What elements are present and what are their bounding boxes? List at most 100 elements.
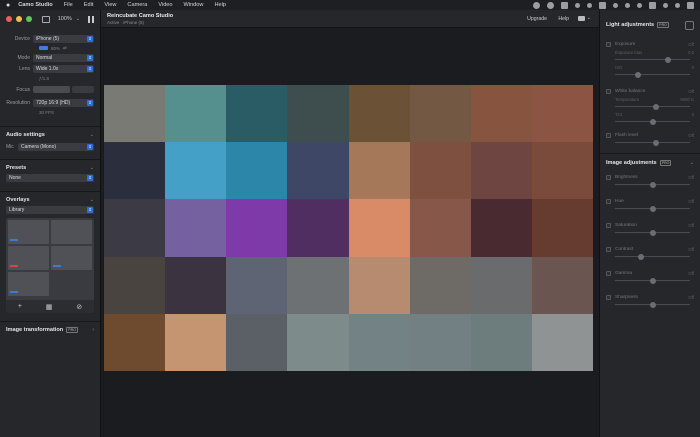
brightness-slider[interactable]: [615, 181, 690, 188]
camera-menu-button[interactable]: ⌄: [577, 15, 591, 21]
device-select[interactable]: iPhone (5) ⇕: [33, 34, 94, 43]
exposure-row: Exposure Off: [606, 40, 694, 48]
add-icon[interactable]: +: [18, 303, 22, 310]
hue-checkbox[interactable]: [606, 198, 611, 204]
contrast-slider[interactable]: [615, 253, 690, 260]
moon-tray-icon[interactable]: [625, 2, 630, 8]
flash-level-slider[interactable]: [615, 139, 690, 146]
slider-knob[interactable]: [664, 56, 671, 63]
slider-knob[interactable]: [649, 301, 656, 308]
presets-header[interactable]: Presets ⌄: [0, 159, 100, 174]
sharpness-slider[interactable]: [615, 301, 690, 308]
overlays-header[interactable]: Overlays ⌄: [0, 191, 100, 206]
send-tray-icon[interactable]: [587, 2, 592, 8]
saturation-row: Saturation Off: [606, 221, 694, 229]
wifi-tray-icon[interactable]: [663, 2, 668, 8]
flash-level-checkbox[interactable]: [606, 132, 611, 138]
exposure-checkbox[interactable]: [606, 41, 611, 47]
battery-tray-icon[interactable]: [649, 1, 656, 9]
audio-settings-header[interactable]: Audio settings ⌄: [0, 126, 100, 141]
pause-icon[interactable]: [88, 15, 94, 23]
resolution-value: 720p 16:9 (HD): [36, 99, 71, 106]
overlay-thumbnail[interactable]: [51, 220, 92, 244]
mode-select[interactable]: Normal ⇕: [33, 53, 94, 62]
menu-bar: ● Camo Studio File Edit View Camera Vide…: [0, 0, 700, 10]
menu-window[interactable]: Window: [184, 2, 204, 8]
presets-select[interactable]: None ⇕: [6, 174, 94, 182]
grid-icon[interactable]: ▦: [46, 303, 53, 311]
preview-pixel-block: [531, 313, 593, 371]
zoom-window-button[interactable]: [26, 16, 32, 22]
preview-pixel-block: [409, 199, 471, 257]
control-center-icon[interactable]: [687, 1, 694, 9]
brightness-checkbox[interactable]: [606, 174, 611, 180]
lens-select[interactable]: Wide 1.0x ⇕: [33, 64, 94, 73]
hide-icon[interactable]: ⊘: [76, 303, 82, 311]
screen-tray-icon[interactable]: [599, 1, 606, 9]
slider-knob[interactable]: [638, 253, 645, 260]
bluetooth-tray-icon[interactable]: [637, 2, 642, 8]
slider-knob[interactable]: [649, 205, 656, 212]
preview-pixel-block: [409, 256, 471, 314]
overlay-thumbnail[interactable]: [8, 246, 49, 270]
apple-icon[interactable]: ●: [6, 2, 10, 9]
light-adjustments-header[interactable]: Light adjustments PRO: [600, 10, 700, 40]
help-button[interactable]: Help: [558, 16, 569, 22]
image-transformation-header[interactable]: Image transformation PRO ›: [0, 321, 100, 336]
tint-slider[interactable]: [615, 118, 690, 125]
mic-select[interactable]: Camera (Mono) ⇕: [18, 142, 94, 151]
overlay-thumbnail[interactable]: [8, 220, 49, 244]
chevron-down-icon[interactable]: ⌄: [76, 16, 80, 22]
slider-knob[interactable]: [649, 229, 656, 236]
zoom-level[interactable]: 100%: [58, 16, 72, 22]
menu-file[interactable]: File: [64, 2, 73, 8]
saturation-slider[interactable]: [615, 229, 690, 236]
menu-video[interactable]: Video: [158, 2, 172, 8]
white-balance-checkbox[interactable]: [606, 88, 611, 94]
chevron-updown-icon: ⇕: [87, 35, 93, 42]
minimize-window-button[interactable]: [16, 16, 22, 22]
image-adjustments-header[interactable]: Image adjustments PRO ⌄: [600, 153, 700, 171]
record-tray-icon[interactable]: [561, 1, 568, 9]
resolution-select[interactable]: 720p 16:9 (HD) ⇕: [33, 98, 94, 107]
contrast-checkbox[interactable]: [606, 246, 611, 252]
menu-edit[interactable]: Edit: [84, 2, 94, 8]
cloud-tray-icon[interactable]: [575, 2, 580, 8]
play-tray-icon[interactable]: [613, 2, 618, 8]
brightness-row: Brightness Off: [606, 173, 694, 181]
slider-knob[interactable]: [649, 277, 656, 284]
focus-slider[interactable]: [33, 86, 70, 93]
overlay-thumbnail[interactable]: [51, 246, 92, 270]
hue-slider[interactable]: [615, 205, 690, 212]
temperature-slider[interactable]: [615, 103, 690, 110]
slider-knob[interactable]: [649, 181, 656, 188]
menu-view[interactable]: View: [104, 2, 116, 8]
camo-tray-icon[interactable]: [533, 1, 540, 9]
iso-slider[interactable]: [615, 71, 690, 78]
slider-knob[interactable]: [653, 103, 660, 110]
overlays-select[interactable]: Library ⇕: [6, 206, 94, 214]
gamma-slider[interactable]: [615, 277, 690, 284]
upgrade-button[interactable]: Upgrade: [527, 16, 547, 22]
hue-row: Hue Off: [606, 197, 694, 205]
sidebar-toggle-icon[interactable]: [42, 15, 50, 23]
slider-knob[interactable]: [649, 118, 656, 125]
app-tray-icon[interactable]: [547, 1, 554, 9]
slider-knob[interactable]: [653, 139, 660, 146]
menu-help[interactable]: Help: [214, 2, 226, 8]
slider-knob[interactable]: [634, 71, 641, 78]
close-window-button[interactable]: [6, 16, 12, 22]
saturation-checkbox[interactable]: [606, 222, 611, 228]
top-toolbar: Reincubate Camo Studio Active · iPhone (…: [101, 10, 599, 28]
menu-camera[interactable]: Camera: [127, 2, 147, 8]
exposure-bias-label: Exposure bias: [615, 49, 643, 55]
exposure-bias-slider[interactable]: [615, 56, 690, 63]
mode-label: Mode: [17, 54, 30, 61]
menu-camo-studio[interactable]: Camo Studio: [18, 2, 53, 8]
search-tray-icon[interactable]: [675, 2, 680, 8]
panel-toggle-icon[interactable]: [685, 20, 694, 30]
sharpness-checkbox[interactable]: [606, 294, 611, 300]
overlay-thumbnail[interactable]: [8, 272, 49, 296]
focus-auto-button[interactable]: [72, 86, 94, 93]
gamma-checkbox[interactable]: [606, 270, 611, 276]
